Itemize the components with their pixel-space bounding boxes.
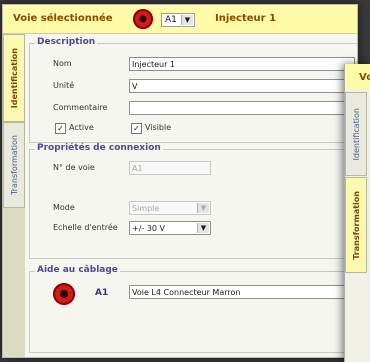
channel-properties-window: Voie sélectionnée A1 ▼ Injecteur 1 Ident… bbox=[2, 4, 358, 358]
chevron-down-icon: ▼ bbox=[197, 203, 209, 213]
description-title: Description bbox=[35, 37, 98, 47]
channel-select[interactable]: A1 ▼ bbox=[161, 13, 195, 27]
wiring-description-field: Voie L4 Connecteur Marron bbox=[129, 285, 355, 299]
channel-select-value: A1 bbox=[165, 15, 177, 25]
tab-identification[interactable]: Identification bbox=[3, 34, 25, 122]
wiring-group bbox=[29, 271, 357, 353]
channel-number-field: A1 bbox=[129, 161, 211, 175]
unit-field[interactable]: V bbox=[129, 79, 355, 93]
secondary-tab-identification[interactable]: Identification bbox=[345, 92, 367, 176]
comment-label: Commentaire bbox=[53, 103, 108, 112]
input-scale-label: Echelle d'entrée bbox=[53, 223, 118, 232]
channel-name-label: Injecteur 1 bbox=[215, 13, 277, 24]
header-bar: Voie sélectionnée A1 ▼ Injecteur 1 bbox=[3, 5, 357, 34]
secondary-header-text: Vo bbox=[359, 72, 370, 83]
secondary-window: Vo Identification Transformation bbox=[344, 64, 370, 362]
check-icon: ✓ bbox=[133, 124, 140, 133]
wiring-title: Aide au câblage bbox=[35, 265, 120, 275]
secondary-tab-identification-label: Identification bbox=[351, 107, 361, 161]
chevron-down-icon[interactable]: ▼ bbox=[181, 15, 193, 25]
name-field[interactable]: Injecteur 1 bbox=[129, 57, 355, 71]
identification-panel: Description Nom Injecteur 1 Unité V Comm… bbox=[27, 35, 357, 357]
check-icon: ✓ bbox=[57, 124, 64, 133]
comment-field[interactable] bbox=[129, 101, 355, 115]
secondary-tab-transformation[interactable]: Transformation bbox=[345, 177, 367, 273]
connection-title: Propriétés de connexion bbox=[35, 143, 163, 153]
active-label: Active bbox=[69, 123, 94, 132]
tab-identification-label: Identification bbox=[9, 47, 19, 109]
input-scale-select[interactable]: +/- 30 V ▼ bbox=[129, 221, 211, 235]
wiring-pin-label: A1 bbox=[95, 288, 109, 298]
active-checkbox[interactable]: ✓ bbox=[55, 123, 66, 134]
secondary-header-bar: Vo bbox=[345, 64, 370, 90]
tab-transformation-label: Transformation bbox=[9, 134, 19, 196]
mode-select: Simple ▼ bbox=[129, 201, 211, 215]
connector-indicator-icon bbox=[53, 283, 75, 305]
secondary-tab-transformation-label: Transformation bbox=[351, 190, 361, 260]
name-label: Nom bbox=[53, 59, 72, 68]
channel-indicator-icon bbox=[133, 9, 153, 29]
tab-transformation[interactable]: Transformation bbox=[3, 122, 25, 208]
selected-channel-label: Voie sélectionnée bbox=[13, 13, 113, 24]
channel-number-label: N° de voie bbox=[53, 163, 95, 172]
input-scale-select-value: +/- 30 V bbox=[132, 223, 166, 233]
visible-label: Visible bbox=[145, 123, 172, 132]
chevron-down-icon[interactable]: ▼ bbox=[197, 223, 209, 233]
mode-select-value: Simple bbox=[132, 203, 160, 213]
visible-checkbox[interactable]: ✓ bbox=[131, 123, 142, 134]
unit-label: Unité bbox=[53, 81, 75, 90]
mode-label: Mode bbox=[53, 203, 75, 212]
